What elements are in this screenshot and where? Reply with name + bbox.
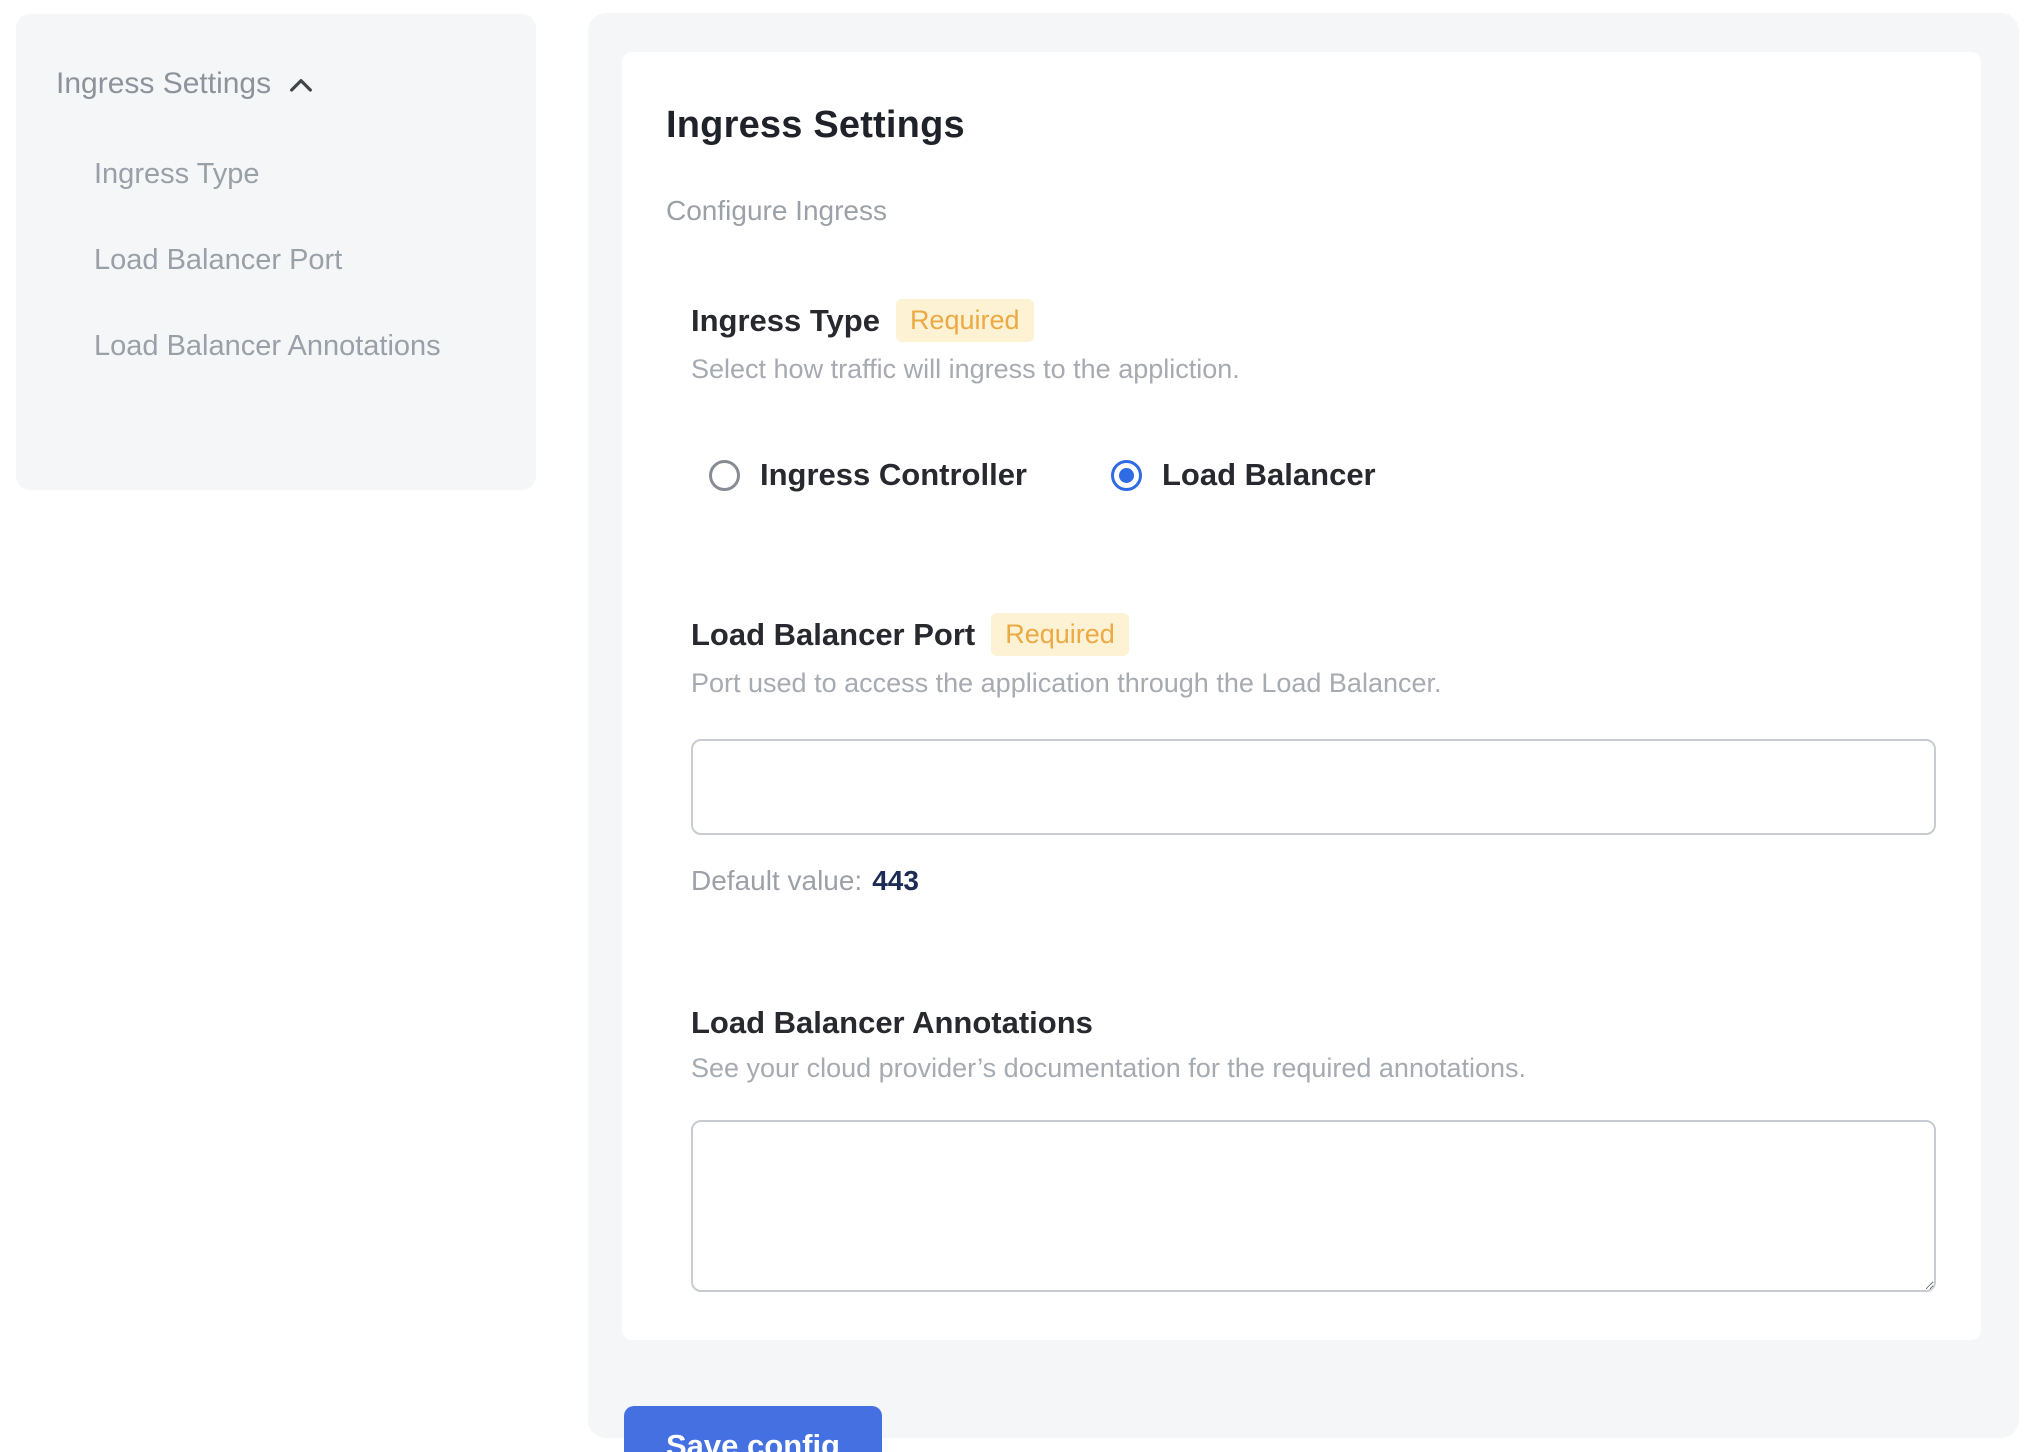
chevron-up-icon <box>285 70 317 102</box>
settings-sidebar: Ingress Settings Ingress Type Load Balan… <box>16 14 536 490</box>
sidebar-item-ingress-type[interactable]: Ingress Type <box>94 144 444 204</box>
default-value-label: Default value: <box>691 865 862 896</box>
ingress-type-help: Select how traffic will ingress to the a… <box>691 354 1937 385</box>
lb-annotations-label: Load Balancer Annotations <box>691 1005 1093 1041</box>
radio-ingress-controller-label: Ingress Controller <box>760 457 1027 493</box>
sidebar-group-label: Ingress Settings <box>56 67 271 101</box>
section-ingress-type: Ingress Type Required Select how traffic… <box>691 299 1937 493</box>
required-badge: Required <box>896 299 1034 342</box>
ingress-type-radio-group: Ingress Controller Load Balancer <box>691 457 1937 493</box>
required-badge: Required <box>991 613 1129 656</box>
radio-ingress-controller[interactable]: Ingress Controller <box>709 457 1027 493</box>
ingress-type-label: Ingress Type <box>691 303 880 339</box>
save-config-button[interactable]: Save config <box>624 1406 882 1452</box>
radio-load-balancer-label: Load Balancer <box>1162 457 1376 493</box>
lb-port-default-line: Default value: 443 <box>691 865 1937 897</box>
sidebar-item-load-balancer-port[interactable]: Load Balancer Port <box>94 230 444 290</box>
ingress-settings-card: Ingress Settings Configure Ingress Ingre… <box>622 52 1981 1340</box>
lb-port-label: Load Balancer Port <box>691 617 975 653</box>
section-load-balancer-annotations: Load Balancer Annotations See your cloud… <box>691 1005 1937 1292</box>
lb-annotations-textarea[interactable] <box>691 1120 1936 1292</box>
sidebar-item-load-balancer-annotations[interactable]: Load Balancer Annotations <box>94 316 444 376</box>
radio-circle-icon[interactable] <box>1111 460 1142 491</box>
main-panel: Ingress Settings Configure Ingress Ingre… <box>588 13 2019 1438</box>
lb-port-input[interactable] <box>691 739 1936 835</box>
page-title: Ingress Settings <box>666 104 1937 147</box>
lb-port-help: Port used to access the application thro… <box>691 668 1937 699</box>
page-subtitle: Configure Ingress <box>666 195 1937 227</box>
sidebar-item-list: Ingress Type Load Balancer Port Load Bal… <box>56 144 496 376</box>
default-value: 443 <box>872 865 919 896</box>
lb-annotations-help: See your cloud provider’s documentation … <box>691 1053 1937 1084</box>
sidebar-group-ingress-settings[interactable]: Ingress Settings <box>56 66 496 102</box>
radio-load-balancer[interactable]: Load Balancer <box>1111 457 1376 493</box>
radio-circle-icon[interactable] <box>709 460 740 491</box>
section-load-balancer-port: Load Balancer Port Required Port used to… <box>691 613 1937 897</box>
